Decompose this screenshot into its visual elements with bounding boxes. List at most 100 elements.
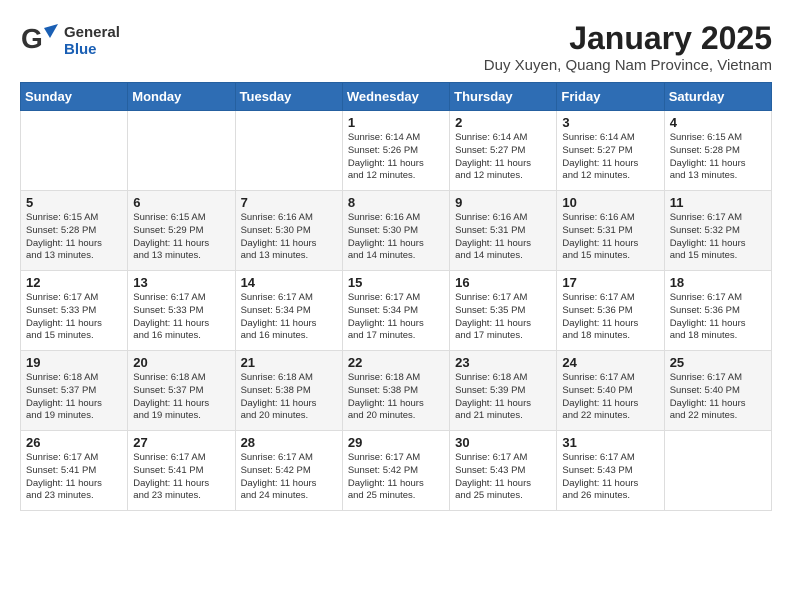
calendar-cell: 17 Sunrise: 6:17 AM Sunset: 5:36 PM Dayli… <box>557 271 664 351</box>
day-number: 24 <box>562 355 658 370</box>
day-number: 9 <box>455 195 551 210</box>
day-info: Sunrise: 6:17 AM Sunset: 5:43 PM Dayligh… <box>455 452 551 503</box>
day-header-saturday: Saturday <box>664 83 771 111</box>
calendar-cell: 18Sunrise: 6:17 AM Sunset: 5:36 PM Dayli… <box>664 271 771 351</box>
calendar-cell: 15Sunrise: 6:17 AM Sunset: 5:34 PM Dayli… <box>342 271 449 351</box>
calendar-cell <box>664 431 771 511</box>
day-header-wednesday: Wednesday <box>342 83 449 111</box>
day-header-monday: Monday <box>128 83 235 111</box>
calendar-cell: 16 Sunrise: 6:17 AM Sunset: 5:35 PM Dayli… <box>450 271 557 351</box>
calendar-page: G General Blue January 2025 Duy Xuyen, Q… <box>0 0 792 521</box>
calendar-cell: 4Sunrise: 6:15 AM Sunset: 5:28 PM Daylig… <box>664 111 771 191</box>
day-info: Sunrise: 6:17 AM Sunset: 5:41 PM Dayligh… <box>26 452 122 503</box>
day-number: 10 <box>562 195 658 210</box>
day-number: 12 <box>26 275 122 290</box>
day-number: 7 <box>241 195 337 210</box>
calendar-cell: 22Sunrise: 6:18 AM Sunset: 5:38 PM Dayli… <box>342 351 449 431</box>
svg-text:G: G <box>21 23 43 54</box>
day-info: Sunrise: 6:16 AM Sunset: 5:31 PM Dayligh… <box>562 212 658 263</box>
day-info: Sunrise: 6:14 AM Sunset: 5:27 PM Dayligh… <box>455 132 551 183</box>
day-info: Sunrise: 6:17 AM Sunset: 5:42 PM Dayligh… <box>348 452 444 503</box>
title-block: January 2025 Duy Xuyen, Quang Nam Provin… <box>484 20 772 74</box>
calendar-cell: 27 Sunrise: 6:17 AM Sunset: 5:41 PM Dayli… <box>128 431 235 511</box>
day-number: 6 <box>133 195 229 210</box>
day-info: Sunrise: 6:15 AM Sunset: 5:29 PM Dayligh… <box>133 212 229 263</box>
day-info: Sunrise: 6:18 AM Sunset: 5:38 PM Dayligh… <box>241 372 337 423</box>
calendar-cell: 21 Sunrise: 6:18 AM Sunset: 5:38 PM Dayli… <box>235 351 342 431</box>
day-number: 14 <box>241 275 337 290</box>
day-number: 11 <box>670 195 766 210</box>
logo: G General Blue <box>20 20 120 63</box>
day-info: Sunrise: 6:17 AM Sunset: 5:36 PM Dayligh… <box>670 292 766 343</box>
day-info: Sunrise: 6:17 AM Sunset: 5:34 PM Dayligh… <box>348 292 444 343</box>
day-info: Sunrise: 6:15 AM Sunset: 5:28 PM Dayligh… <box>26 212 122 263</box>
day-info: Sunrise: 6:17 AM Sunset: 5:35 PM Dayligh… <box>455 292 551 343</box>
day-number: 22 <box>348 355 444 370</box>
day-number: 25 <box>670 355 766 370</box>
calendar-cell: 5 Sunrise: 6:15 AM Sunset: 5:28 PM Daylig… <box>21 191 128 271</box>
day-headers-row: SundayMondayTuesdayWednesdayThursdayFrid… <box>21 83 772 111</box>
calendar-cell: 8Sunrise: 6:16 AM Sunset: 5:30 PM Daylig… <box>342 191 449 271</box>
day-info: Sunrise: 6:17 AM Sunset: 5:32 PM Dayligh… <box>670 212 766 263</box>
calendar-cell: 2Sunrise: 6:14 AM Sunset: 5:27 PM Daylig… <box>450 111 557 191</box>
day-number: 3 <box>562 115 658 130</box>
header: G General Blue January 2025 Duy Xuyen, Q… <box>20 20 772 74</box>
calendar-cell: 14 Sunrise: 6:17 AM Sunset: 5:34 PM Dayli… <box>235 271 342 351</box>
calendar-cell: 9Sunrise: 6:16 AM Sunset: 5:31 PM Daylig… <box>450 191 557 271</box>
calendar-cell: 26 Sunrise: 6:17 AM Sunset: 5:41 PM Dayli… <box>21 431 128 511</box>
location-title: Duy Xuyen, Quang Nam Province, Vietnam <box>484 57 772 74</box>
day-info: Sunrise: 6:17 AM Sunset: 5:42 PM Dayligh… <box>241 452 337 503</box>
week-row-0: 1 Sunrise: 6:14 AM Sunset: 5:26 PM Daylig… <box>21 111 772 191</box>
day-info: Sunrise: 6:18 AM Sunset: 5:39 PM Dayligh… <box>455 372 551 423</box>
calendar-cell: 11 Sunrise: 6:17 AM Sunset: 5:32 PM Dayli… <box>664 191 771 271</box>
calendar-cell: 29 Sunrise: 6:17 AM Sunset: 5:42 PM Dayli… <box>342 431 449 511</box>
week-row-1: 5 Sunrise: 6:15 AM Sunset: 5:28 PM Daylig… <box>21 191 772 271</box>
calendar-cell: 20Sunrise: 6:18 AM Sunset: 5:37 PM Dayli… <box>128 351 235 431</box>
week-row-2: 12 Sunrise: 6:17 AM Sunset: 5:33 PM Dayli… <box>21 271 772 351</box>
day-info: Sunrise: 6:14 AM Sunset: 5:26 PM Dayligh… <box>348 132 444 183</box>
day-number: 27 <box>133 435 229 450</box>
day-info: Sunrise: 6:17 AM Sunset: 5:43 PM Dayligh… <box>562 452 658 503</box>
day-info: Sunrise: 6:18 AM Sunset: 5:37 PM Dayligh… <box>26 372 122 423</box>
day-number: 31 <box>562 435 658 450</box>
day-number: 30 <box>455 435 551 450</box>
day-header-friday: Friday <box>557 83 664 111</box>
week-row-4: 26 Sunrise: 6:17 AM Sunset: 5:41 PM Dayli… <box>21 431 772 511</box>
calendar-cell: 7 Sunrise: 6:16 AM Sunset: 5:30 PM Daylig… <box>235 191 342 271</box>
day-number: 8 <box>348 195 444 210</box>
day-info: Sunrise: 6:17 AM Sunset: 5:40 PM Dayligh… <box>670 372 766 423</box>
month-title: January 2025 <box>484 20 772 57</box>
day-header-sunday: Sunday <box>21 83 128 111</box>
calendar-cell: 13 Sunrise: 6:17 AM Sunset: 5:33 PM Dayli… <box>128 271 235 351</box>
day-info: Sunrise: 6:16 AM Sunset: 5:30 PM Dayligh… <box>241 212 337 263</box>
day-number: 26 <box>26 435 122 450</box>
calendar-cell <box>235 111 342 191</box>
day-number: 13 <box>133 275 229 290</box>
day-info: Sunrise: 6:17 AM Sunset: 5:33 PM Dayligh… <box>26 292 122 343</box>
calendar-cell: 10 Sunrise: 6:16 AM Sunset: 5:31 PM Dayli… <box>557 191 664 271</box>
day-number: 16 <box>455 275 551 290</box>
day-number: 5 <box>26 195 122 210</box>
day-info: Sunrise: 6:17 AM Sunset: 5:40 PM Dayligh… <box>562 372 658 423</box>
calendar-cell <box>21 111 128 191</box>
day-number: 29 <box>348 435 444 450</box>
calendar-cell: 24 Sunrise: 6:17 AM Sunset: 5:40 PM Dayli… <box>557 351 664 431</box>
day-info: Sunrise: 6:17 AM Sunset: 5:34 PM Dayligh… <box>241 292 337 343</box>
logo-icon: G <box>20 20 58 58</box>
day-info: Sunrise: 6:17 AM Sunset: 5:36 PM Dayligh… <box>562 292 658 343</box>
day-info: Sunrise: 6:18 AM Sunset: 5:37 PM Dayligh… <box>133 372 229 423</box>
calendar-cell: 12 Sunrise: 6:17 AM Sunset: 5:33 PM Dayli… <box>21 271 128 351</box>
day-info: Sunrise: 6:17 AM Sunset: 5:33 PM Dayligh… <box>133 292 229 343</box>
day-header-tuesday: Tuesday <box>235 83 342 111</box>
day-number: 17 <box>562 275 658 290</box>
day-number: 1 <box>348 115 444 130</box>
day-number: 23 <box>455 355 551 370</box>
calendar-cell: 23 Sunrise: 6:18 AM Sunset: 5:39 PM Dayli… <box>450 351 557 431</box>
week-row-3: 19 Sunrise: 6:18 AM Sunset: 5:37 PM Dayli… <box>21 351 772 431</box>
calendar-cell: 3Sunrise: 6:14 AM Sunset: 5:27 PM Daylig… <box>557 111 664 191</box>
calendar-cell: 28Sunrise: 6:17 AM Sunset: 5:42 PM Dayli… <box>235 431 342 511</box>
day-number: 21 <box>241 355 337 370</box>
day-number: 19 <box>26 355 122 370</box>
day-info: Sunrise: 6:17 AM Sunset: 5:41 PM Dayligh… <box>133 452 229 503</box>
calendar-cell <box>128 111 235 191</box>
